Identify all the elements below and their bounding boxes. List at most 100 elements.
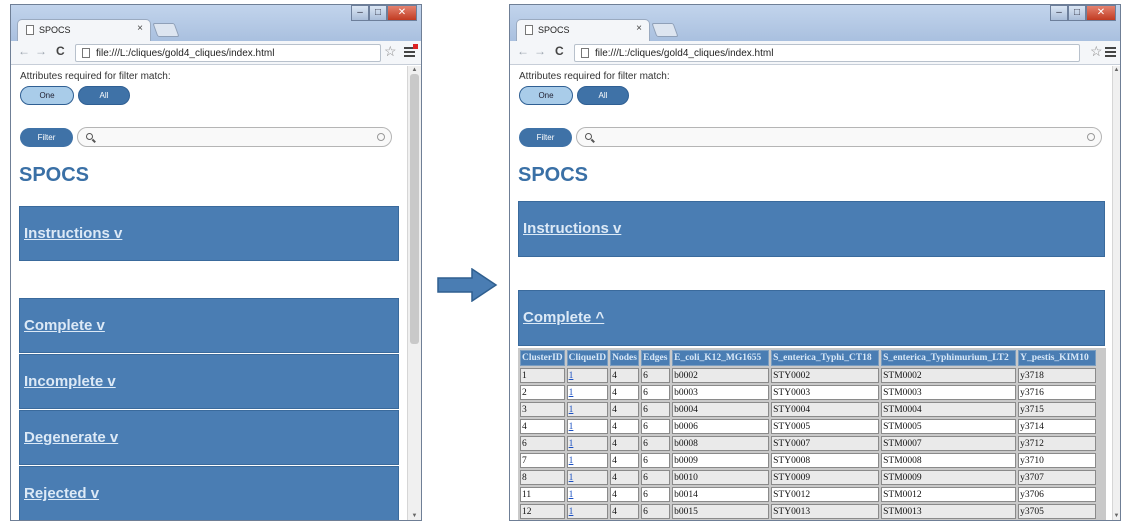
- scroll-down-icon[interactable]: ▼: [1113, 513, 1120, 519]
- search-icon: [86, 133, 93, 140]
- section-label[interactable]: Instructions v: [24, 225, 122, 242]
- section-label[interactable]: Instructions v: [523, 220, 621, 237]
- new-tab-button[interactable]: [152, 23, 180, 37]
- address-bar[interactable]: file:///L:/cliques/gold4_cliques/index.h…: [574, 44, 1080, 62]
- table-cell: STY0002: [771, 368, 880, 383]
- forward-icon[interactable]: →: [534, 44, 546, 58]
- table-cell: 4: [610, 402, 640, 417]
- minimize-button[interactable]: –: [1050, 5, 1068, 21]
- column-header[interactable]: CliqueID: [566, 350, 609, 366]
- section-incomplete[interactable]: Incomplete v: [19, 354, 399, 409]
- url-text: file:///L:/cliques/gold4_cliques/index.h…: [96, 48, 275, 59]
- new-tab-button[interactable]: [651, 23, 679, 37]
- clique-link[interactable]: 1: [569, 439, 574, 449]
- filter-button[interactable]: Filter: [519, 128, 572, 147]
- bookmark-star-icon[interactable]: ☆: [384, 43, 397, 60]
- scroll-up-icon[interactable]: ▲: [408, 67, 421, 73]
- clique-link[interactable]: 1: [569, 388, 574, 398]
- table-cell: b0015: [672, 504, 770, 519]
- url-text: file:///L:/cliques/gold4_cliques/index.h…: [595, 48, 774, 59]
- option-all-button[interactable]: All: [577, 86, 629, 105]
- minimize-button[interactable]: –: [351, 5, 369, 21]
- file-icon: [82, 48, 90, 58]
- transition-arrow-icon: [437, 268, 498, 302]
- section-complete[interactable]: Complete v: [19, 298, 399, 353]
- section-label[interactable]: Complete v: [24, 317, 105, 334]
- table-cell: 1: [566, 436, 609, 451]
- table-cell: STY0003: [771, 385, 880, 400]
- scroll-thumb[interactable]: [410, 74, 419, 344]
- column-header[interactable]: Nodes: [610, 350, 640, 366]
- back-icon[interactable]: ←: [517, 44, 529, 58]
- back-icon[interactable]: ←: [18, 44, 30, 58]
- vertical-scrollbar[interactable]: ▲ ▼: [1112, 66, 1120, 520]
- column-header[interactable]: S_enterica_Typhimurium_LT2: [881, 350, 1017, 366]
- column-header[interactable]: Y_pestis_KIM10: [1018, 350, 1097, 366]
- close-window-button[interactable]: ✕: [387, 5, 417, 21]
- section-instructions[interactable]: Instructions v: [518, 201, 1105, 257]
- maximize-button[interactable]: □: [1068, 5, 1086, 21]
- section-label[interactable]: Complete ^: [523, 309, 604, 326]
- browser-window-before: SPOCS × – □ ✕ ← → C file:///L:/cliques/g…: [10, 4, 422, 521]
- reload-icon[interactable]: C: [555, 44, 564, 58]
- bookmark-star-icon[interactable]: ☆: [1090, 43, 1103, 60]
- search-input[interactable]: [77, 127, 392, 147]
- tab-title: SPOCS: [538, 25, 570, 35]
- table-cell: STM0009: [881, 470, 1017, 485]
- column-header[interactable]: E_coli_K12_MG1655: [672, 350, 770, 366]
- page-viewport: Attributes required for filter match: On…: [11, 66, 407, 520]
- table-row: 1 1 4 6 b0002 STY0002 STM0002 y3718: [520, 368, 1097, 383]
- vertical-scrollbar[interactable]: ▲ ▼: [407, 66, 421, 520]
- column-header[interactable]: Edges: [641, 350, 671, 366]
- table-cell: STM0013: [881, 504, 1017, 519]
- scroll-up-icon[interactable]: ▲: [1113, 67, 1120, 73]
- filter-button[interactable]: Filter: [20, 128, 73, 147]
- clique-link[interactable]: 1: [569, 507, 574, 517]
- section-label[interactable]: Degenerate v: [24, 429, 118, 446]
- menu-icon[interactable]: [1105, 47, 1116, 57]
- option-all-button[interactable]: All: [78, 86, 130, 105]
- table-cell: STY0005: [771, 419, 880, 434]
- close-window-button[interactable]: ✕: [1086, 5, 1116, 21]
- option-one-button[interactable]: One: [20, 86, 74, 105]
- browser-tab[interactable]: SPOCS ×: [516, 19, 650, 41]
- scroll-down-icon[interactable]: ▼: [408, 513, 421, 519]
- reload-icon[interactable]: C: [56, 44, 65, 58]
- clique-link[interactable]: 1: [569, 473, 574, 483]
- maximize-button[interactable]: □: [369, 5, 387, 21]
- search-input[interactable]: [576, 127, 1102, 147]
- table-cell: y3716: [1018, 385, 1097, 400]
- clique-link[interactable]: 1: [569, 456, 574, 466]
- section-rejected[interactable]: Rejected v: [19, 466, 399, 520]
- table-cell: b0008: [672, 436, 770, 451]
- clique-link[interactable]: 1: [569, 371, 574, 381]
- clear-icon[interactable]: [1087, 133, 1095, 141]
- section-complete[interactable]: Complete ^: [518, 290, 1105, 346]
- tab-title: SPOCS: [39, 25, 71, 35]
- address-bar[interactable]: file:///L:/cliques/gold4_cliques/index.h…: [75, 44, 381, 62]
- table-cell: 6: [520, 436, 565, 451]
- page-title: SPOCS: [518, 164, 589, 186]
- forward-icon[interactable]: →: [35, 44, 47, 58]
- column-header[interactable]: ClusterID: [520, 350, 565, 366]
- clique-link[interactable]: 1: [569, 422, 574, 432]
- table-row: 8 1 4 6 b0010 STY0009 STM0009 y3707: [520, 470, 1097, 485]
- table-row: 2 1 4 6 b0003 STY0003 STM0003 y3716: [520, 385, 1097, 400]
- tab-close-icon[interactable]: ×: [137, 23, 143, 34]
- clique-link[interactable]: 1: [569, 490, 574, 500]
- table-cell: STY0004: [771, 402, 880, 417]
- table-cell: 3: [520, 402, 565, 417]
- tab-close-icon[interactable]: ×: [636, 23, 642, 34]
- clique-link[interactable]: 1: [569, 405, 574, 415]
- section-degenerate[interactable]: Degenerate v: [19, 410, 399, 465]
- column-header[interactable]: S_enterica_Typhi_CT18: [771, 350, 880, 366]
- section-label[interactable]: Rejected v: [24, 485, 99, 502]
- table-row: 7 1 4 6 b0009 STY0008 STM0008 y3710: [520, 453, 1097, 468]
- option-one-button[interactable]: One: [519, 86, 573, 105]
- page-title: SPOCS: [19, 164, 90, 186]
- table-row: 6 1 4 6 b0008 STY0007 STM0007 y3712: [520, 436, 1097, 451]
- section-label[interactable]: Incomplete v: [24, 373, 116, 390]
- browser-tab[interactable]: SPOCS ×: [17, 19, 151, 41]
- clear-icon[interactable]: [377, 133, 385, 141]
- section-instructions[interactable]: Instructions v: [19, 206, 399, 261]
